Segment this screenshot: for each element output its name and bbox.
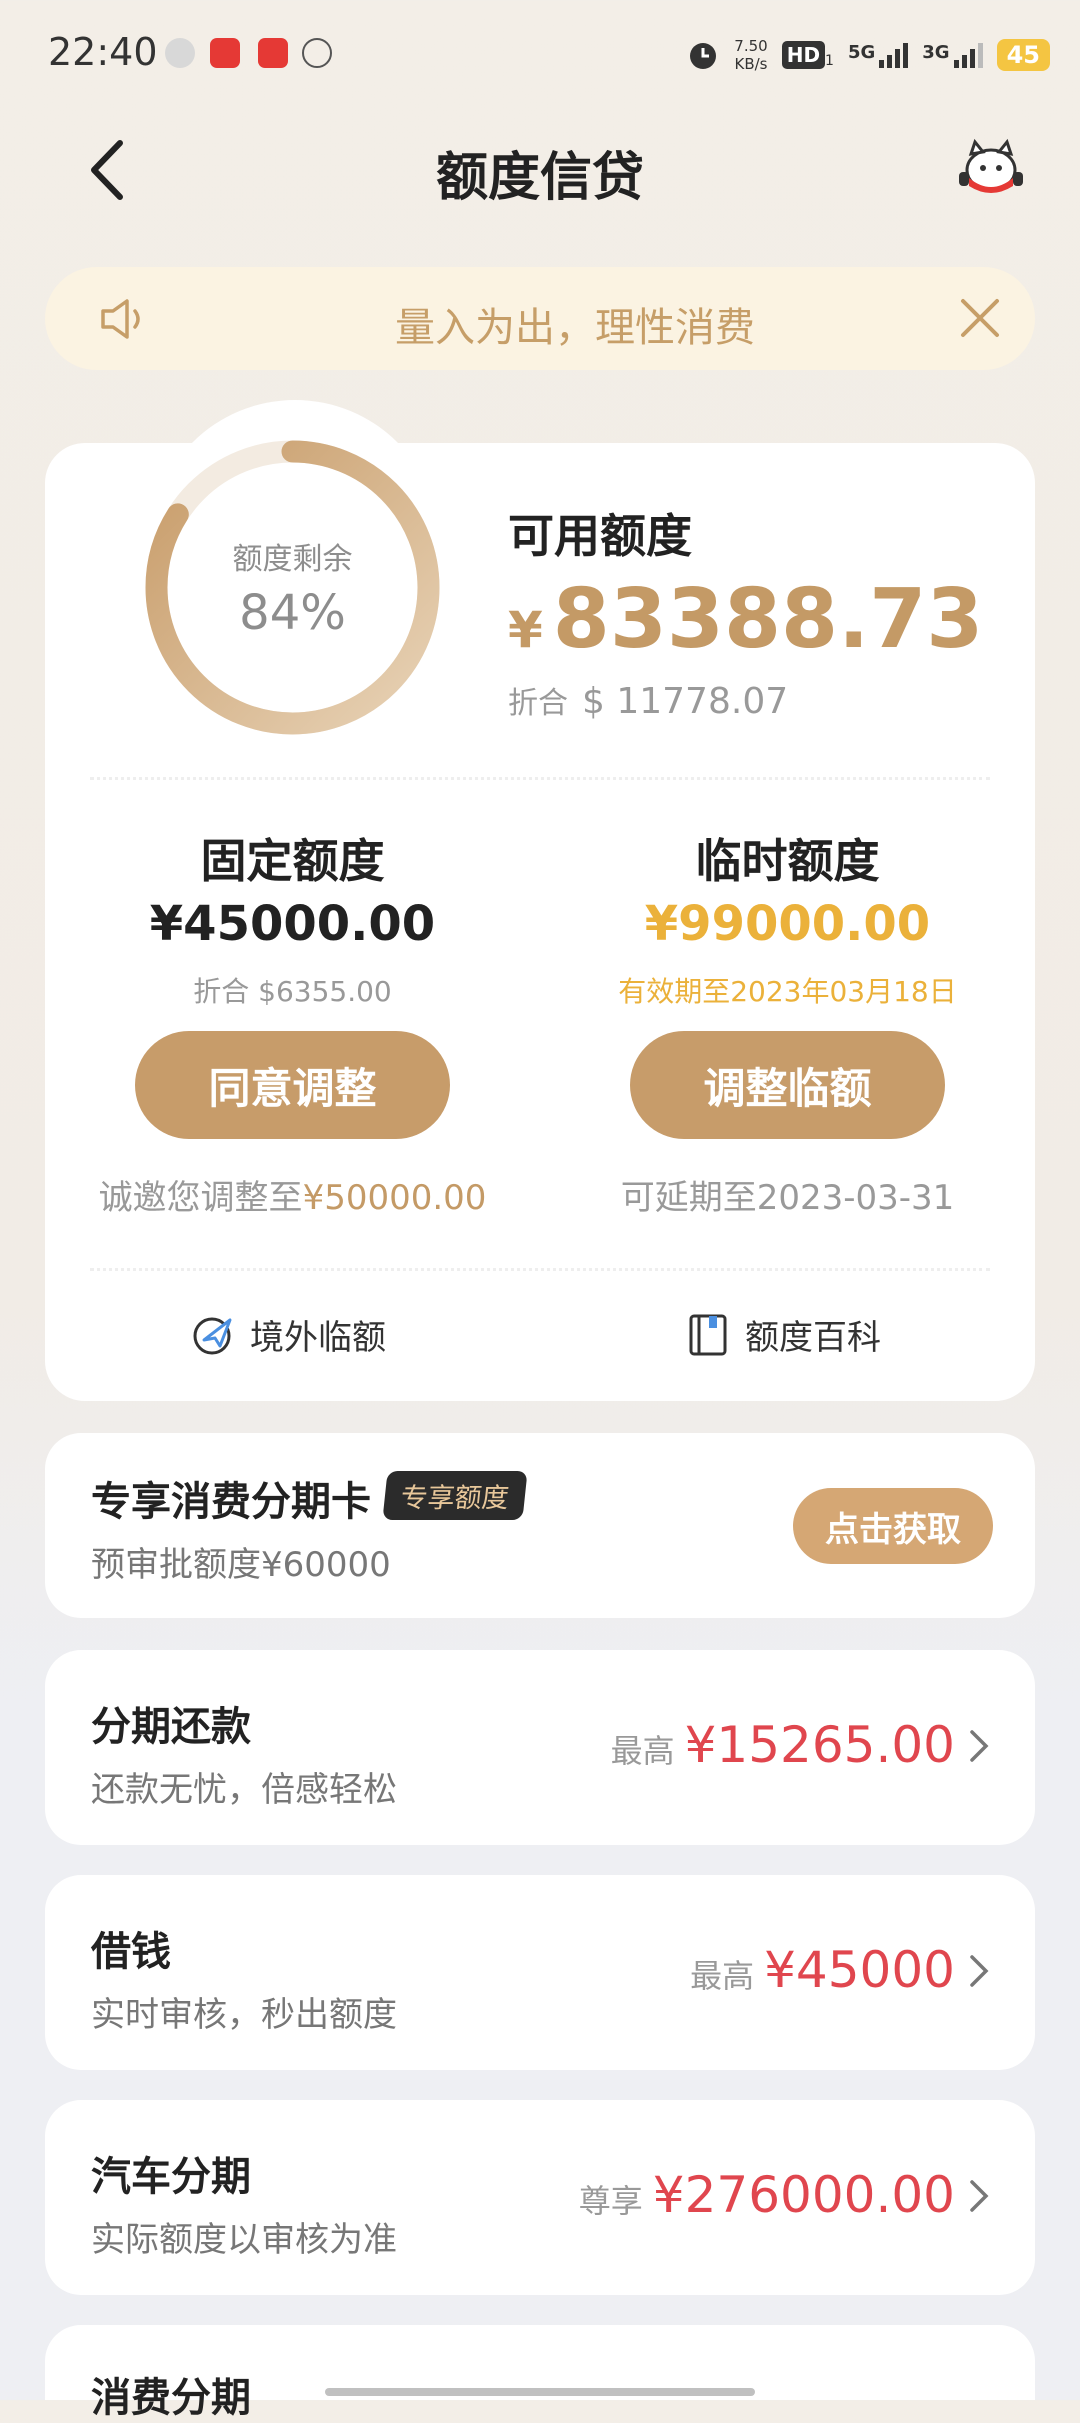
wiki-label: 额度百科 [745, 1318, 881, 1358]
list-item-subtitle: 实际额度以审核为准 [91, 2220, 397, 2260]
list-item-amount: 最高 ¥15265.00 [611, 1716, 955, 1774]
list-item-subtitle: 还款无忧，倍感轻松 [91, 1770, 397, 1810]
notice-text: 量入为出，理性消费 [395, 305, 755, 351]
get-card-button[interactable]: 点击获取 [793, 1488, 993, 1564]
amount-prefix: 最高 [690, 1957, 755, 1995]
list-item-amount: 尊享 ¥276000.00 [579, 2166, 955, 2224]
temp-quota-amount: ¥99000.00 [644, 896, 931, 952]
temp-quota-validity: 有效期至2023年03月18日 [618, 975, 957, 1008]
signal-5g: 5G [847, 42, 909, 68]
ring-label: 额度剩余 [232, 542, 353, 577]
fixed-quota-converted: 折合 $6355.00 [193, 975, 392, 1008]
alarm-icon [690, 43, 717, 69]
jdm-icon [302, 38, 332, 68]
list-item[interactable]: 分期还款 还款无忧，倍感轻松 最高 ¥15265.00 [45, 1650, 1035, 1845]
amount-value: ¥276000.00 [652, 2166, 955, 2224]
speed-value: 7.50 [734, 37, 768, 55]
available-amount: ¥83388.73 [508, 572, 983, 667]
book-icon [689, 1314, 727, 1355]
fixed-quota-title: 固定额度 [200, 834, 385, 888]
status-right: 7.50 KB/s HD 1 5G 3G 45 [686, 30, 1050, 80]
signal-bars-icon [953, 43, 983, 68]
quota-wiki-link[interactable]: 额度百科 [685, 1310, 881, 1359]
network-speed: 7.50 KB/s [734, 37, 767, 73]
signal-bars-icon [879, 43, 909, 68]
status-bar: 22:40 7.50 KB/s HD 1 5G 3G 45 [0, 0, 1080, 110]
battery-indicator: 45 [996, 39, 1050, 71]
amount-prefix: 最高 [610, 1732, 675, 1770]
fixed-quota-note: 诚邀您调整至¥50000.00 [45, 1170, 540, 1219]
page-title: 额度信贷 [435, 148, 644, 208]
available-label: 可用额度 [508, 509, 692, 563]
plane-globe-icon [193, 1317, 232, 1354]
status-time: 22:40 [48, 30, 158, 74]
divider [90, 777, 990, 780]
list-item-title: 借钱 [91, 1929, 171, 1975]
adjust-temp-quota-button[interactable]: 调整临额 [630, 1031, 945, 1139]
chevron-right-icon [970, 1955, 989, 1987]
promo-subtitle: 预审批额度¥60000 [91, 1545, 391, 1585]
converted-value: $ 11778.07 [582, 681, 789, 722]
converted-label: 折合 [508, 686, 568, 721]
fixed-note-amount: ¥50000.00 [302, 1178, 487, 1218]
net2-label: 3G [922, 42, 950, 63]
home-indicator[interactable] [325, 2388, 755, 2396]
promo-title: 专享消费分期卡 [91, 1479, 371, 1525]
currency-symbol: ¥ [508, 601, 543, 659]
available-converted: 折合 $ 11778.07 [508, 678, 788, 722]
promo-card[interactable]: 专享消费分期卡 专享额度 预审批额度¥60000 点击获取 [45, 1433, 1035, 1618]
fixed-quota-amount: ¥45000.00 [149, 896, 436, 952]
chevron-right-icon [970, 1730, 989, 1762]
app-notification-icon [210, 38, 240, 68]
list-item-title: 分期还款 [91, 1704, 251, 1750]
list-item-title: 消费分期 [91, 2375, 251, 2421]
temp-quota-title: 临时额度 [695, 834, 880, 888]
available-value: 83388.73 [552, 572, 984, 667]
hd-sub: 1 [825, 53, 834, 69]
divider [90, 1268, 990, 1271]
agree-adjust-button[interactable]: 同意调整 [135, 1031, 450, 1139]
xiaohongshu-icon [258, 38, 288, 68]
mascot-icon [959, 138, 1023, 193]
chevron-right-icon [970, 2180, 989, 2212]
list-item-subtitle: 实时审核，秒出额度 [91, 1995, 397, 2035]
fixed-note-prefix: 诚邀您调整至 [98, 1178, 303, 1218]
list-item-title: 汽车分期 [91, 2154, 251, 2200]
list-item-amount: 最高 ¥45000 [690, 1941, 955, 1999]
temp-quota-note: 可延期至2023-03-31 [620, 1178, 955, 1218]
amount-value: ¥15265.00 [684, 1716, 955, 1774]
list-item[interactable]: 借钱 实时审核，秒出额度 最高 ¥45000 [45, 1875, 1035, 2070]
promo-badge: 专享额度 [382, 1471, 528, 1520]
notice-bar: 量入为出，理性消费 [45, 267, 1035, 370]
amount-prefix: 尊享 [578, 2182, 643, 2220]
hd-indicator: HD 1 [781, 41, 834, 69]
speed-unit: KB/s [734, 55, 768, 73]
amount-value: ¥45000 [764, 1941, 955, 1999]
wechat-icon [165, 38, 195, 68]
ring-percent: 84% [239, 585, 346, 641]
net1-label: 5G [847, 42, 876, 63]
hd-label: HD [781, 41, 826, 69]
signal-3g: 3G [922, 42, 983, 68]
overseas-temp-quota-link[interactable]: 境外临额 [190, 1310, 386, 1359]
mascot-button[interactable] [955, 138, 1027, 198]
list-item[interactable]: 汽车分期 实际额度以审核为准 尊享 ¥276000.00 [45, 2100, 1035, 2295]
overseas-label: 境外临额 [250, 1318, 386, 1358]
close-icon[interactable] [955, 293, 1005, 343]
